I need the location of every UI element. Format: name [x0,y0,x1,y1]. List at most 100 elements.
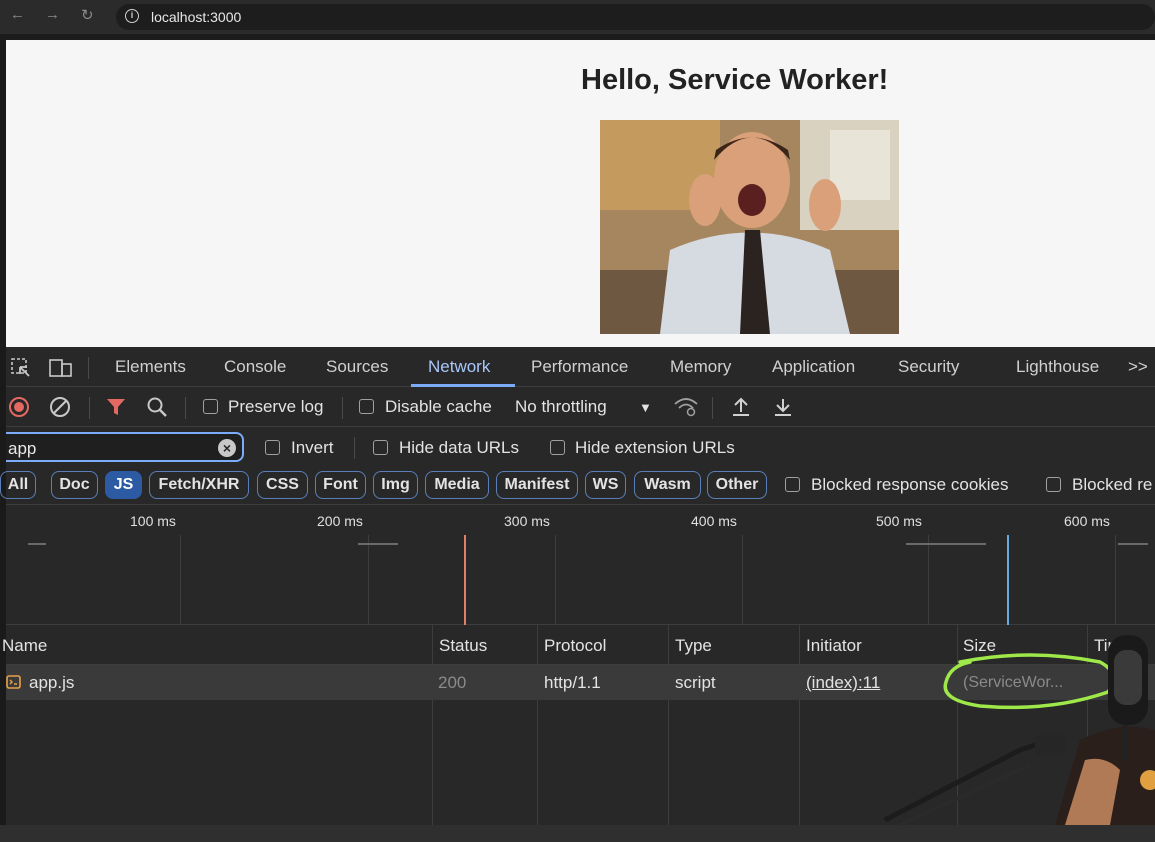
reaction-gif [600,120,899,334]
timeline-gridline [180,535,181,625]
address-url: localhost:3000 [151,9,242,25]
type-filter-css[interactable]: CSS [257,471,308,499]
type-filter-img[interactable]: Img [373,471,418,499]
type-filter-fetch-xhr[interactable]: Fetch/XHR [149,471,249,499]
tabbar-divider [88,357,89,379]
dom-content-loaded-marker [464,535,466,625]
type-filter-font[interactable]: Font [315,471,366,499]
invert-checkbox[interactable] [265,440,280,455]
filter-icon[interactable] [106,397,126,417]
timeline-tick: 100 ms [130,513,176,529]
browser-toolbar: ← → ↻ i localhost:3000 [0,0,1155,34]
tab-network[interactable]: Network [428,357,490,377]
forward-icon[interactable]: → [45,6,60,23]
throttling-chevron-icon[interactable]: ▼ [639,400,652,415]
tab-performance[interactable]: Performance [531,357,628,377]
tab-lighthouse[interactable]: Lighthouse [1016,357,1099,377]
record-stop-icon[interactable] [8,396,30,418]
tab-memory[interactable]: Memory [670,357,731,377]
tab-security[interactable]: Security [898,357,959,377]
clear-icon[interactable] [49,396,71,418]
tab-sources[interactable]: Sources [326,357,388,377]
type-filter-ws[interactable]: WS [585,471,626,499]
hide-data-urls-checkbox[interactable] [373,440,388,455]
timeline-tick: 300 ms [504,513,550,529]
column-initiator[interactable]: Initiator [806,636,862,656]
network-conditions-icon[interactable] [673,396,699,418]
timeline-tick: 500 ms [876,513,922,529]
type-filter-js[interactable]: JS [105,471,142,499]
timeline-gridline [928,535,929,625]
blocked-cookies-label: Blocked response cookies [811,475,1009,494]
filter-row: app × Invert Hide data URLs Hide extensi… [6,427,1155,467]
timeline-gridline [368,535,369,625]
import-har-icon[interactable] [730,396,752,418]
request-initiator-link[interactable]: (index):11 [806,673,880,693]
reload-icon[interactable]: ↻ [81,6,94,24]
blocked-requests-checkbox[interactable] [1046,477,1061,492]
column-divider [668,625,669,825]
request-bar [358,543,398,545]
search-icon[interactable] [146,396,168,418]
blocked-requests-label: Blocked re [1072,475,1153,494]
toolbar-divider [185,397,186,419]
type-filter-manifest[interactable]: Manifest [496,471,578,499]
type-filter-other[interactable]: Other [707,471,767,499]
request-bar [1118,543,1148,545]
type-filter-doc[interactable]: Doc [51,471,98,499]
load-event-marker [1007,535,1009,625]
hide-data-urls-label: Hide data URLs [399,438,520,457]
webcam-overlay [880,630,1155,825]
more-tabs-icon[interactable]: >> [1128,357,1148,377]
request-protocol: http/1.1 [544,673,601,692]
filter-divider [354,437,355,459]
site-info-icon[interactable]: i [125,9,139,23]
request-name: app.js [29,673,75,692]
network-toolbar: Preserve log Disable cache No throttling… [6,387,1155,427]
column-type[interactable]: Type [675,636,712,656]
devtools-tabbar: Elements Console Sources Network Perform… [6,347,1155,387]
inspect-element-icon[interactable] [10,357,32,379]
column-status[interactable]: Status [439,636,487,656]
toolbar-divider [89,397,90,419]
timeline-gridline [742,535,743,625]
timeline-gridline [1115,535,1116,625]
back-icon[interactable]: ← [10,6,25,23]
timeline-gridline [555,535,556,625]
disable-cache-label: Disable cache [385,397,492,416]
invert-label: Invert [291,438,334,457]
tab-console[interactable]: Console [224,357,286,377]
disable-cache-checkbox[interactable] [359,399,374,414]
column-protocol[interactable]: Protocol [544,636,606,656]
type-filter-all[interactable]: All [0,471,36,499]
column-divider [537,625,538,825]
preserve-log-label: Preserve log [228,397,324,416]
request-type: script [675,673,716,692]
page-heading: Hello, Service Worker! [581,64,889,96]
toolbar-divider [712,397,713,419]
request-status: 200 [438,673,467,692]
timeline-tick: 200 ms [317,513,363,529]
throttling-select[interactable]: No throttling [515,397,607,417]
type-filter-media[interactable]: Media [425,471,489,499]
device-toolbar-icon[interactable] [48,357,74,379]
hide-extension-urls-checkbox[interactable] [550,440,565,455]
blocked-cookies-checkbox[interactable] [785,477,800,492]
export-har-icon[interactable] [772,396,794,418]
filter-input[interactable]: app × [6,432,244,462]
tab-elements[interactable]: Elements [115,357,186,377]
filter-input-value: app [8,439,37,458]
column-divider [432,625,433,825]
network-timeline[interactable]: 100 ms 200 ms 300 ms 400 ms 500 ms 600 m… [6,504,1155,625]
timeline-tick: 400 ms [691,513,737,529]
address-bar[interactable]: i localhost:3000 [116,4,1155,30]
preserve-log-checkbox[interactable] [203,399,218,414]
column-name[interactable]: Name [2,636,47,656]
tab-application[interactable]: Application [772,357,855,377]
toolbar-divider [342,397,343,419]
column-divider [799,625,800,825]
timeline-tick: 600 ms [1064,513,1110,529]
hide-extension-urls-label: Hide extension URLs [575,438,735,457]
clear-filter-icon[interactable]: × [218,439,236,457]
type-filter-wasm[interactable]: Wasm [634,471,701,499]
